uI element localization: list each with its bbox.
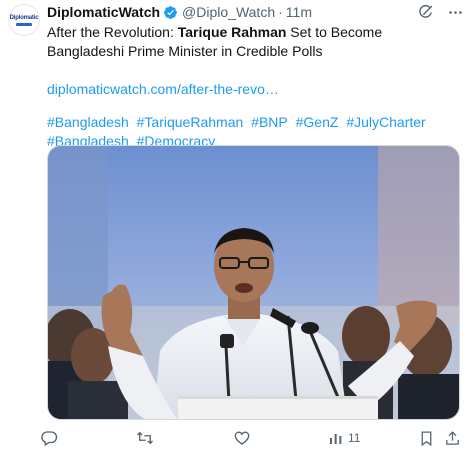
tweet[interactable]: Diplomatic DiplomaticWatch @Diplo_Watch … bbox=[0, 0, 470, 455]
views-icon bbox=[330, 434, 342, 444]
verified-badge-icon bbox=[164, 5, 177, 19]
views-count: 11 bbox=[348, 431, 361, 445]
like-button[interactable] bbox=[233, 429, 251, 447]
hashtag[interactable]: #BNP bbox=[251, 114, 288, 130]
author-name[interactable]: DiplomaticWatch bbox=[47, 4, 160, 20]
tweet-text: After the Revolution: Tarique Rahman Set… bbox=[47, 23, 462, 61]
reply-icon bbox=[41, 431, 58, 446]
bookmark-icon bbox=[421, 430, 432, 446]
retweet-button[interactable] bbox=[136, 429, 154, 447]
header-actions bbox=[416, 3, 464, 21]
separator-dot: · bbox=[278, 4, 283, 20]
share-icon bbox=[446, 430, 459, 445]
tweet-content: DiplomaticWatch @Diplo_Watch · 11m After… bbox=[47, 0, 462, 151]
reply-button[interactable] bbox=[40, 429, 58, 447]
author-handle[interactable]: @Diplo_Watch bbox=[182, 4, 275, 20]
action-bar: 11 bbox=[40, 428, 462, 448]
hashtag[interactable]: #JulyCharter bbox=[346, 114, 425, 130]
tweet-header: DiplomaticWatch @Diplo_Watch · 11m bbox=[47, 0, 462, 24]
avatar-logo-text: Diplomatic bbox=[9, 14, 39, 21]
hashtag[interactable]: #Bangladesh bbox=[47, 114, 129, 130]
tweet-text-bold: Tarique Rahman bbox=[177, 24, 287, 40]
views-button[interactable]: 11 bbox=[328, 430, 360, 446]
avatar-logo-bar bbox=[16, 22, 32, 26]
tweet-time[interactable]: 11m bbox=[286, 4, 312, 20]
share-button[interactable] bbox=[444, 430, 461, 447]
like-icon bbox=[234, 431, 250, 445]
avatar[interactable]: Diplomatic bbox=[8, 4, 40, 36]
speaker-photo bbox=[48, 146, 459, 419]
hashtag[interactable]: #GenZ bbox=[296, 114, 339, 130]
bookmark-button[interactable] bbox=[418, 430, 435, 447]
more-icon[interactable] bbox=[446, 3, 464, 21]
tweet-photo[interactable] bbox=[47, 145, 460, 420]
grok-icon[interactable] bbox=[416, 3, 434, 21]
tweet-text-before: After the Revolution: bbox=[47, 24, 178, 40]
hashtag[interactable]: #TariqueRahman bbox=[137, 114, 244, 130]
tweet-link[interactable]: diplomaticwatch.com/after-the-revo… bbox=[47, 80, 462, 99]
retweet-icon bbox=[137, 431, 153, 445]
